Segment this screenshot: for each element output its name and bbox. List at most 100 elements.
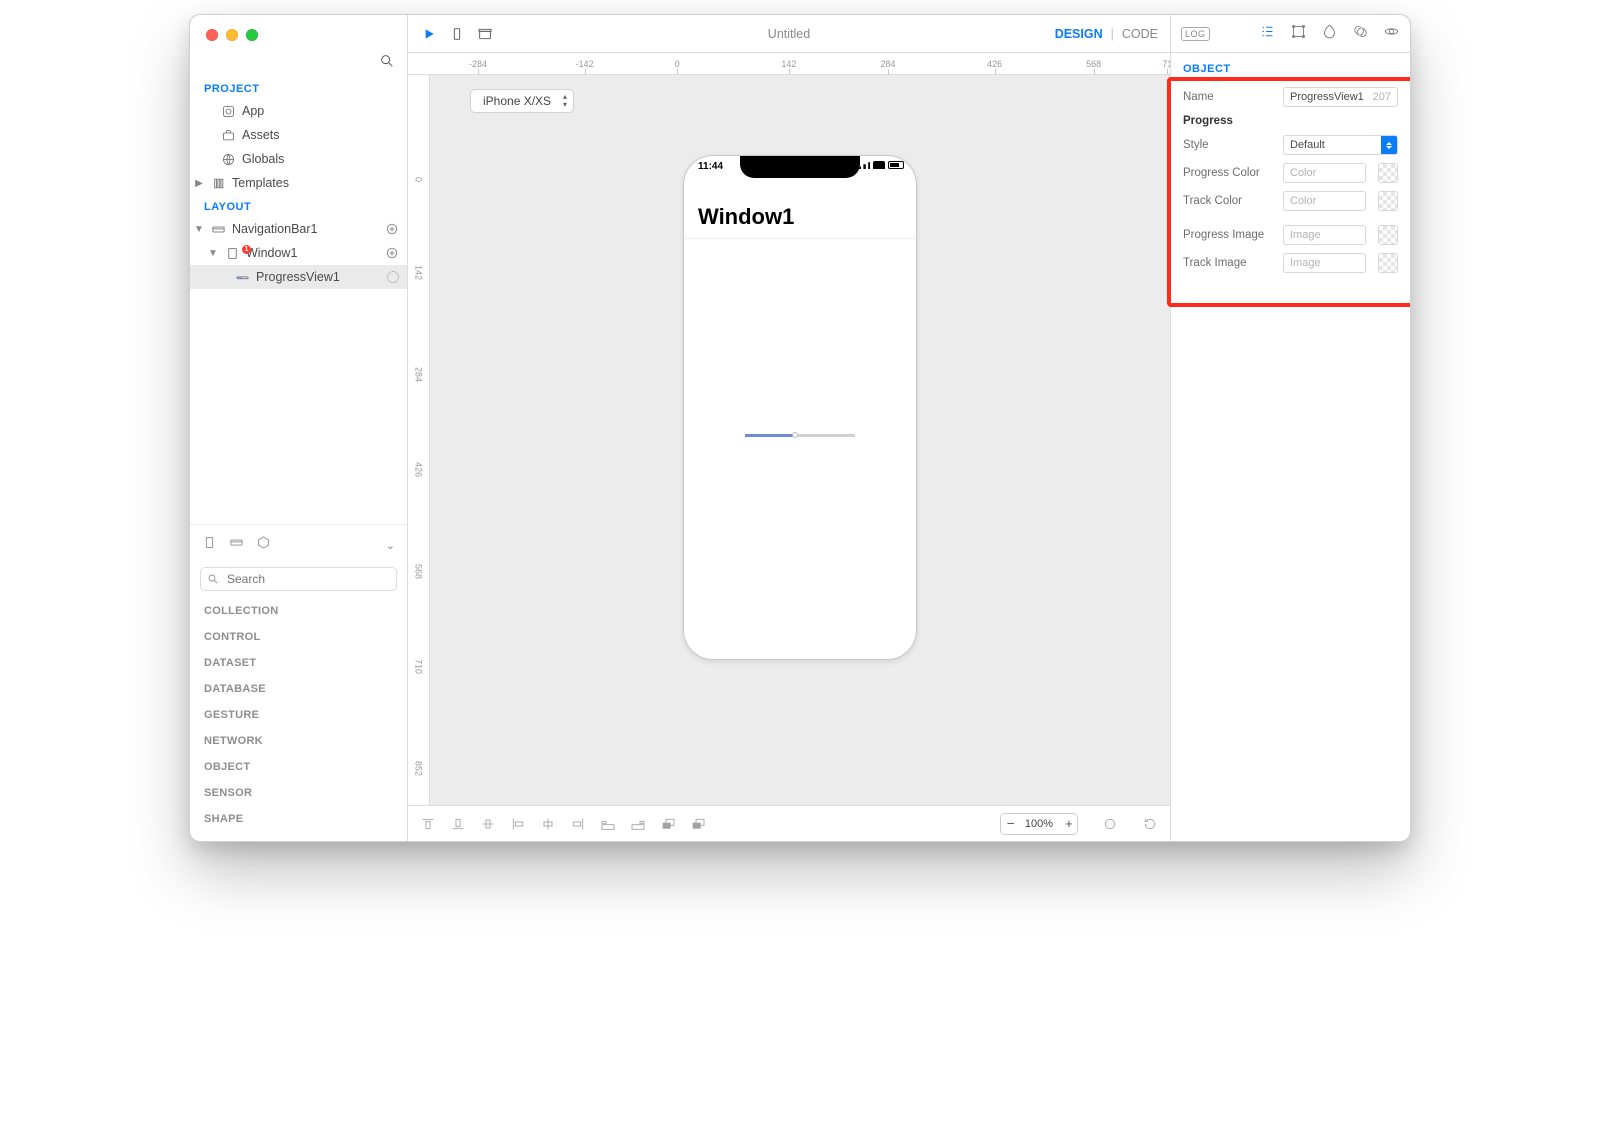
- battery-icon: [888, 161, 904, 169]
- tree-item-app[interactable]: App: [190, 99, 407, 123]
- zoom-value: 100%: [1019, 818, 1059, 830]
- tree-item-window[interactable]: ▼ 1 Window1: [190, 241, 407, 265]
- library-search-input[interactable]: [225, 571, 390, 587]
- inspector-tab-appearance[interactable]: [1321, 23, 1338, 45]
- align-right-icon[interactable]: [570, 816, 586, 832]
- align-top-icon[interactable]: [420, 816, 436, 832]
- library-category[interactable]: DATABASE: [190, 677, 407, 701]
- library-tab-objects[interactable]: [256, 535, 271, 555]
- color-swatch[interactable]: [1378, 191, 1398, 211]
- badge-icon: 1: [242, 245, 251, 254]
- bottom-toolbar: − 100% +: [408, 805, 1170, 841]
- prop-progress-image: Progress Image Image: [1171, 221, 1410, 249]
- status-time: 11:44: [698, 161, 723, 172]
- align-vcenter-icon[interactable]: [480, 816, 496, 832]
- library-category[interactable]: OBJECT: [190, 755, 407, 779]
- device-selector[interactable]: iPhone X/XS ▴▾: [470, 89, 574, 113]
- project-tree: App Assets Globals ▶ Templates: [190, 99, 407, 195]
- progress-view[interactable]: [745, 434, 855, 437]
- progress-color-field[interactable]: Color: [1283, 163, 1366, 183]
- search-icon: [207, 573, 219, 585]
- add-icon[interactable]: [385, 246, 399, 260]
- chevron-down-icon[interactable]: ▼: [208, 248, 218, 259]
- rotate-icon[interactable]: [1142, 816, 1158, 832]
- layout-tree: ▼ NavigationBar1 ▼ 1 Window1 ProgressVie…: [190, 217, 407, 289]
- minimize-icon[interactable]: [226, 29, 238, 41]
- log-button[interactable]: LOG: [1181, 27, 1210, 41]
- prop-style: Style Default: [1171, 131, 1410, 159]
- library-category[interactable]: GESTURE: [190, 703, 407, 727]
- fit-icon[interactable]: [1102, 816, 1118, 832]
- image-swatch[interactable]: [1378, 253, 1398, 273]
- group-progress: Progress: [1171, 111, 1410, 131]
- stack-icon: [210, 175, 226, 191]
- progressbar-icon: [234, 269, 250, 285]
- tree-item-assets[interactable]: Assets: [190, 123, 407, 147]
- tree-item-globals[interactable]: Globals: [190, 147, 407, 171]
- search-icon: [379, 53, 395, 69]
- layout-section-header: LAYOUT: [190, 195, 407, 217]
- add-icon[interactable]: [385, 222, 399, 236]
- library-category[interactable]: DATASET: [190, 651, 407, 675]
- inspector-section-header: OBJECT: [1171, 63, 1410, 83]
- close-icon[interactable]: [206, 29, 218, 41]
- left-sidebar: PROJECT App Assets Globals ▶ Templates: [190, 15, 408, 841]
- tree-item-templates[interactable]: ▶ Templates: [190, 171, 407, 195]
- library-category[interactable]: SHAPE: [190, 807, 407, 831]
- library-tab-controls[interactable]: [229, 535, 244, 555]
- library-panel: ⌄ COLLECTION CONTROL DATASET DATABASE GE…: [190, 524, 407, 841]
- phone-mockup[interactable]: 11:44 Window1: [683, 155, 917, 660]
- editor-area: Untitled DESIGN | CODE -284 -142 0 142 2…: [408, 15, 1170, 841]
- zoom-in-button[interactable]: +: [1059, 814, 1077, 834]
- options-icon[interactable]: [387, 271, 399, 283]
- chevron-down-icon[interactable]: ▼: [194, 224, 204, 235]
- color-swatch[interactable]: [1378, 163, 1398, 183]
- library-category[interactable]: SENSOR: [190, 781, 407, 805]
- tree-item-progressview[interactable]: ProgressView1: [190, 265, 407, 289]
- app-window: PROJECT App Assets Globals ▶ Templates: [190, 15, 1410, 841]
- tree-item-navbar[interactable]: ▼ NavigationBar1: [190, 217, 407, 241]
- mode-code[interactable]: CODE: [1122, 27, 1158, 41]
- wifi-icon: [873, 161, 885, 169]
- library-category[interactable]: CONTROL: [190, 625, 407, 649]
- style-select[interactable]: Default: [1283, 135, 1398, 155]
- distribute-v-icon[interactable]: [630, 816, 646, 832]
- mode-design[interactable]: DESIGN: [1055, 27, 1103, 41]
- device-button[interactable]: [448, 25, 466, 43]
- zoom-icon[interactable]: [246, 29, 258, 41]
- right-inspector: LOG OBJECT Name ProgressView1 207 Progre…: [1170, 15, 1410, 841]
- navbar-icon: [210, 221, 226, 237]
- inspector-tab-attributes[interactable]: [1259, 23, 1276, 45]
- chevron-down-icon[interactable]: ⌄: [386, 539, 395, 552]
- inspector-tab-code[interactable]: [1383, 23, 1400, 45]
- progress-image-field[interactable]: Image: [1283, 225, 1366, 245]
- align-bottom-icon[interactable]: [450, 816, 466, 832]
- library-category[interactable]: COLLECTION: [190, 599, 407, 623]
- briefcase-icon: [220, 127, 236, 143]
- archive-button[interactable]: [476, 25, 494, 43]
- distribute-h-icon[interactable]: [600, 816, 616, 832]
- name-field[interactable]: ProgressView1 207: [1283, 87, 1398, 107]
- image-swatch[interactable]: [1378, 225, 1398, 245]
- run-button[interactable]: [420, 25, 438, 43]
- track-image-field[interactable]: Image: [1283, 253, 1366, 273]
- sidebar-search-button[interactable]: [190, 53, 407, 77]
- overlap-back-icon[interactable]: [660, 816, 676, 832]
- align-left-icon[interactable]: [510, 816, 526, 832]
- align-hcenter-icon[interactable]: [540, 816, 556, 832]
- zoom-out-button[interactable]: −: [1001, 814, 1019, 834]
- library-category[interactable]: NETWORK: [190, 729, 407, 753]
- library-tab-device[interactable]: [202, 535, 217, 555]
- overlap-front-icon[interactable]: [690, 816, 706, 832]
- inspector-tab-geometry[interactable]: [1290, 23, 1307, 45]
- track-color-field[interactable]: Color: [1283, 191, 1366, 211]
- zoom-control: − 100% +: [1000, 813, 1078, 835]
- notch: [740, 156, 860, 178]
- design-canvas[interactable]: iPhone X/XS ▴▾ 11:44 Window1: [430, 75, 1170, 805]
- chevron-right-icon[interactable]: ▶: [194, 178, 204, 189]
- signal-icon: [858, 161, 870, 169]
- library-search[interactable]: [200, 567, 397, 591]
- window-controls: [206, 29, 258, 41]
- inspector-tab-actions[interactable]: [1352, 23, 1369, 45]
- updown-icon: ▴▾: [563, 93, 567, 109]
